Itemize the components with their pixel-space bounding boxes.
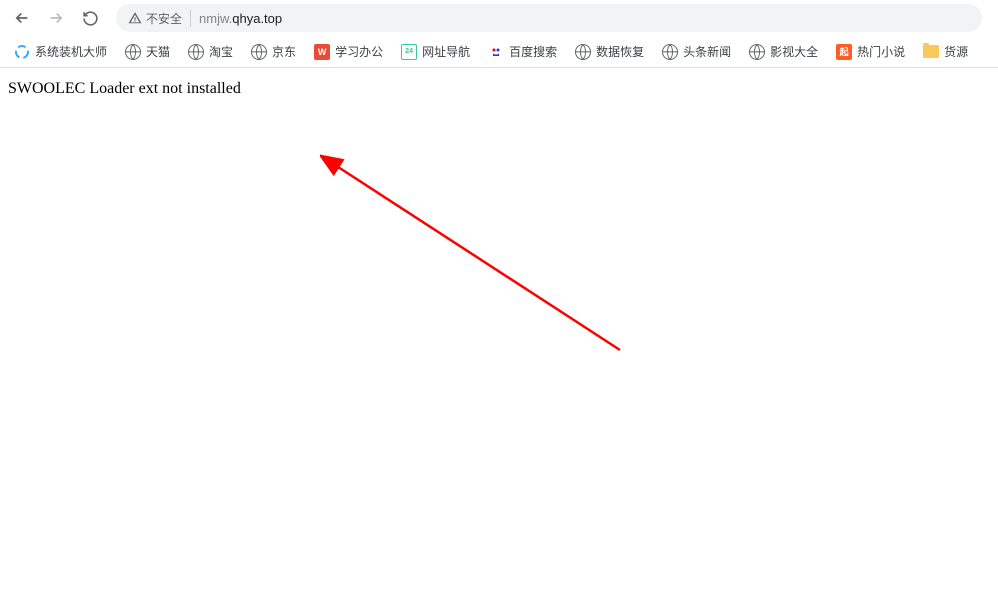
reload-button[interactable] xyxy=(76,4,104,32)
bookmark-icon xyxy=(251,44,267,60)
bookmark-item[interactable]: 货源 xyxy=(917,39,974,64)
bookmark-label: 网址导航 xyxy=(422,43,470,60)
bookmark-label: 淘宝 xyxy=(209,43,233,60)
bookmark-icon xyxy=(923,44,939,60)
security-label: 不安全 xyxy=(146,10,182,27)
bookmark-label: 京东 xyxy=(272,43,296,60)
page-content: SWOOLEC Loader ext not installed xyxy=(0,68,998,110)
bookmark-label: 数据恢复 xyxy=(596,43,644,60)
bookmark-item[interactable]: 影视大全 xyxy=(743,39,824,64)
bookmark-icon: 起 xyxy=(836,44,852,60)
bookmark-label: 学习办公 xyxy=(335,43,383,60)
back-button[interactable] xyxy=(8,4,36,32)
bookmark-icon xyxy=(575,44,591,60)
bookmark-label: 头条新闻 xyxy=(683,43,731,60)
bookmarks-bar: 系统装机大师天猫淘宝京东W学习办公24网址导航百度搜索数据恢复头条新闻影视大全起… xyxy=(0,36,998,68)
address-bar[interactable]: 不安全 nmjw.qhya.top xyxy=(116,4,982,32)
bookmark-label: 货源 xyxy=(944,43,968,60)
forward-button[interactable] xyxy=(42,4,70,32)
bookmark-icon: 24 xyxy=(401,44,417,60)
bookmark-icon xyxy=(14,44,30,60)
bookmark-icon xyxy=(662,44,678,60)
bookmark-label: 百度搜索 xyxy=(509,43,557,60)
bookmark-label: 天猫 xyxy=(146,43,170,60)
bookmark-item[interactable]: 数据恢复 xyxy=(569,39,650,64)
bookmark-icon xyxy=(125,44,141,60)
bookmark-item[interactable]: 起热门小说 xyxy=(830,39,911,64)
bookmark-item[interactable]: W 学习办公 xyxy=(308,39,389,64)
bookmark-label: 系统装机大师 xyxy=(35,43,107,60)
bookmark-label: 影视大全 xyxy=(770,43,818,60)
url-text: nmjw.qhya.top xyxy=(199,11,970,26)
bookmark-item[interactable]: 京东 xyxy=(245,39,302,64)
bookmark-icon xyxy=(749,44,765,60)
bookmark-icon: W xyxy=(314,44,330,60)
browser-toolbar: 不安全 nmjw.qhya.top xyxy=(0,0,998,36)
bookmark-item[interactable]: 淘宝 xyxy=(182,39,239,64)
bookmark-item[interactable]: 天猫 xyxy=(119,39,176,64)
bookmark-item[interactable]: 百度搜索 xyxy=(482,39,563,64)
bookmark-item[interactable]: 24 网址导航 xyxy=(395,39,476,64)
security-badge[interactable]: 不安全 xyxy=(128,10,191,27)
annotation-arrow xyxy=(320,150,630,360)
warning-icon xyxy=(128,11,142,25)
bookmark-icon xyxy=(488,44,504,60)
error-message: SWOOLEC Loader ext not installed xyxy=(8,80,990,98)
bookmark-icon xyxy=(188,44,204,60)
bookmark-item[interactable]: 头条新闻 xyxy=(656,39,737,64)
bookmark-item[interactable]: 系统装机大师 xyxy=(8,39,113,64)
bookmark-label: 热门小说 xyxy=(857,43,905,60)
